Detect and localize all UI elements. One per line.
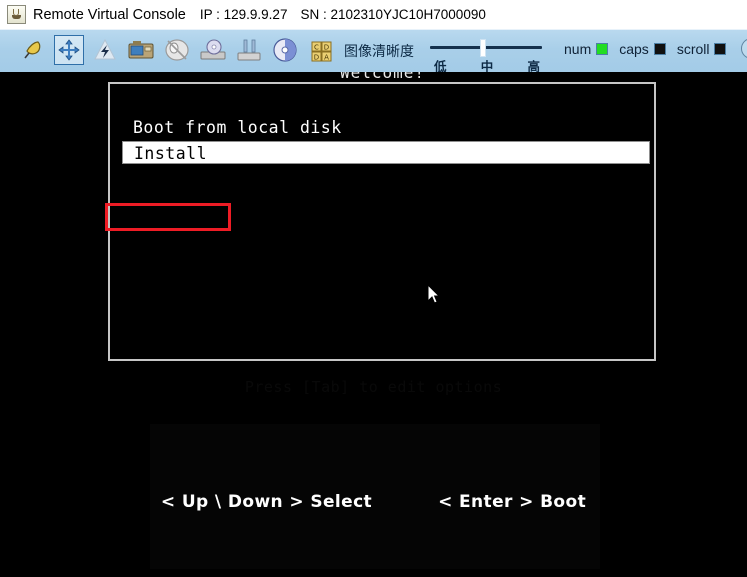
svg-text:D: D — [324, 44, 329, 52]
num-lock-label: num — [564, 41, 592, 57]
console-sn-label: SN : 2102310YJC10H7000090 — [300, 7, 486, 22]
scroll-lock-indicator[interactable] — [714, 43, 727, 55]
remote-console-window: Remote Virtual Console IP : 129.9.9.27 S… — [0, 0, 747, 577]
svg-text:D: D — [314, 54, 319, 62]
boot-menu-item-local-disk[interactable]: Boot from local disk — [122, 116, 650, 139]
slider-tick-high: 高 — [527, 59, 540, 72]
optical-disc-icon[interactable] — [270, 35, 300, 65]
svg-text:C: C — [314, 44, 319, 52]
help-icon[interactable]: ? — [741, 38, 747, 59]
caps-lock-label: caps — [619, 41, 649, 57]
annotation-highlight-box — [105, 203, 231, 231]
mouse-pointer — [427, 283, 441, 306]
keyboard-lock-indicators: num caps scroll — [564, 41, 737, 57]
slider-track — [430, 46, 542, 49]
hint-select: < Up \ Down > Select — [160, 492, 373, 512]
caps-lock-indicator[interactable] — [653, 43, 666, 55]
edit-options-prompt: Press [Tab] to edit options — [244, 378, 503, 396]
window-title-bar: Remote Virtual Console IP : 129.9.9.27 S… — [0, 0, 747, 29]
console-ip-label: IP : 129.9.9.27 — [199, 7, 288, 22]
video-capture-icon[interactable] — [126, 35, 156, 65]
hint-boot: < Enter > Boot — [438, 492, 587, 512]
floppy-drive-icon[interactable] — [234, 35, 264, 65]
image-quality-label: 图像清晰度 — [344, 44, 414, 60]
mouse-disabled-icon[interactable] — [162, 35, 192, 65]
console-screen[interactable]: Welcome! Boot from local disk Install Pr… — [0, 72, 747, 577]
fullscreen-move-icon[interactable] — [54, 35, 84, 65]
num-lock-indicator[interactable] — [596, 43, 609, 55]
slider-tick-labels: 低 中 高 — [428, 56, 546, 72]
slider-tick-mid: 中 — [480, 59, 494, 72]
lightning-bolt-icon[interactable] — [90, 35, 120, 65]
boot-order-blocks-icon[interactable]: C D D A — [306, 35, 336, 65]
window-title: Remote Virtual Console — [33, 6, 186, 23]
image-quality-slider[interactable]: 低 中 高 — [428, 34, 546, 72]
scroll-lock-label: scroll — [676, 41, 710, 57]
welcome-heading: Welcome! — [339, 72, 426, 82]
cd-drive-icon[interactable] — [198, 35, 228, 65]
svg-text:A: A — [324, 54, 329, 62]
power-leaf-icon[interactable] — [18, 35, 48, 65]
boot-key-hints: < Up \ Down > Select < Enter > Boot — [0, 492, 747, 512]
console-toolbar: C D D A 图像清晰度 低 中 高 num caps scroll ? — [0, 29, 747, 72]
java-app-icon — [7, 5, 26, 24]
slider-thumb[interactable] — [480, 39, 486, 57]
slider-tick-low: 低 — [434, 59, 447, 72]
boot-menu-item-install[interactable]: Install — [122, 141, 650, 164]
